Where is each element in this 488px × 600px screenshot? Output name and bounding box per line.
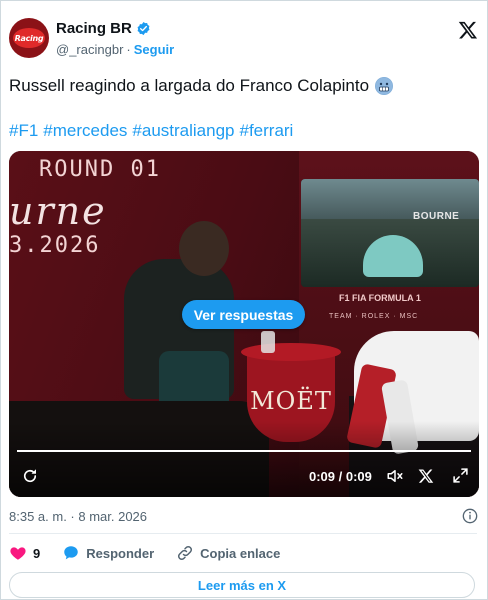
- hashtag-link[interactable]: #australiangp: [132, 121, 234, 141]
- copy-link-label: Copia enlace: [200, 545, 281, 561]
- avatar[interactable]: Racing: [9, 18, 49, 58]
- hashtag-list: #F1 #mercedes #australiangp #ferrari: [9, 121, 293, 141]
- account-handle[interactable]: @_racingbr: [56, 42, 123, 57]
- reply-button[interactable]: Responder: [62, 544, 154, 562]
- like-button[interactable]: 9: [9, 544, 40, 562]
- heart-icon: [10, 547, 26, 560]
- hashtag-link[interactable]: #ferrari: [239, 121, 293, 141]
- handle-row: @_racingbr · Seguir: [56, 42, 174, 57]
- reply-bubble-icon: [64, 546, 78, 560]
- video-player[interactable]: ROUND 01 urne 3.2026 BOURNE F1 FIA FORMU…: [9, 151, 479, 497]
- grimacing-face-emoji-icon: [375, 77, 394, 95]
- separator-dot: ·: [126, 42, 131, 57]
- verified-badge-icon: [137, 21, 150, 36]
- driver-head-left: [179, 221, 229, 276]
- tv-screen: BOURNE: [301, 179, 479, 287]
- scene-city-text: urne: [9, 189, 107, 233]
- info-icon[interactable]: [462, 508, 478, 524]
- like-count: 9: [33, 545, 41, 561]
- hashtag-link[interactable]: #F1: [9, 121, 38, 141]
- reply-label: Responder: [86, 545, 155, 561]
- hashtag-link[interactable]: #mercedes: [43, 121, 127, 141]
- tweet-body: Russell reagindo a largada do Franco Col…: [9, 76, 370, 95]
- scene-round-text: ROUND 01: [39, 157, 161, 182]
- video-gradient-overlay: [9, 421, 479, 497]
- action-bar: 9 Responder Copia enlace: [9, 544, 302, 562]
- fullscreen-icon[interactable]: [452, 467, 469, 484]
- video-progress-fill: [17, 450, 471, 452]
- replay-icon[interactable]: [21, 467, 39, 485]
- tv-screen-label: BOURNE: [413, 211, 460, 222]
- video-time-display: 0:09 / 0:09: [309, 469, 372, 484]
- account-name[interactable]: Racing BR: [56, 20, 132, 37]
- scene-date-text: 3.2026: [9, 233, 101, 258]
- drink-glass: [261, 331, 275, 353]
- racing-br-logo: Racing: [13, 28, 45, 48]
- account-name-row: Racing BR: [56, 20, 151, 37]
- see-replies-button[interactable]: Ver respuestas: [182, 300, 305, 329]
- table-brand-text: MOËT: [250, 387, 332, 415]
- volume-muted-icon[interactable]: [385, 467, 405, 485]
- tweet-timestamp[interactable]: 8:35 a. m. · 8 mar. 2026: [9, 509, 147, 524]
- divider: [9, 533, 477, 534]
- tweet-text: Russell reagindo a largada do Franco Col…: [9, 76, 394, 96]
- x-logo-icon[interactable]: [458, 20, 478, 40]
- side-table-top: [241, 343, 341, 361]
- read-more-button[interactable]: Leer más en X: [9, 572, 475, 598]
- video-progress-bar[interactable]: [17, 450, 471, 452]
- sponsor-row: TEAM · ROLEX · MSC: [329, 313, 419, 320]
- link-icon: [178, 545, 193, 561]
- x-logo-icon[interactable]: [418, 468, 434, 484]
- follow-button[interactable]: Seguir: [134, 42, 174, 57]
- sponsor-logo: F1 FIA FORMULA 1: [339, 293, 421, 303]
- copy-link-button[interactable]: Copia enlace: [176, 544, 280, 562]
